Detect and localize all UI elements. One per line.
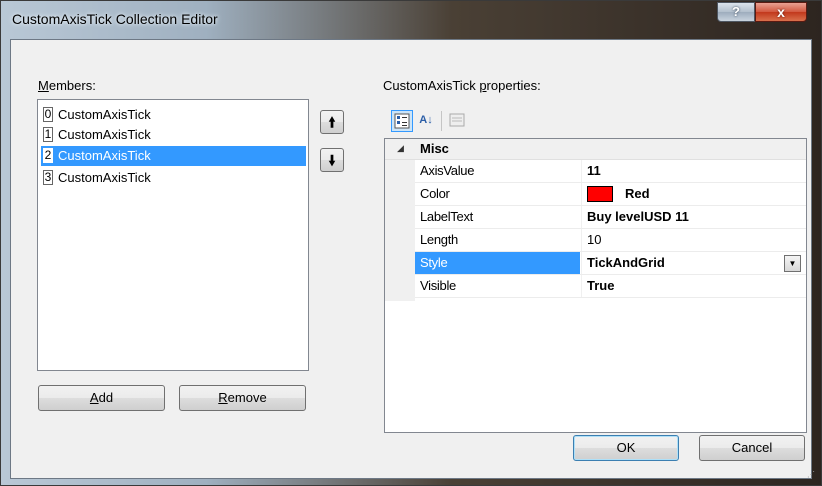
property-name: Color	[420, 186, 450, 201]
property-value[interactable]: 10	[587, 232, 601, 247]
property-row-length[interactable]: Length 10	[415, 229, 806, 252]
move-up-button[interactable]: 🠙	[320, 110, 344, 134]
list-item-selected[interactable]: 2 CustomAxisTick	[41, 146, 306, 166]
dialog-client-area: Members: 0 CustomAxisTick 1 CustomAxisTi…	[10, 39, 815, 479]
property-value[interactable]: Buy levelUSD 11	[587, 209, 689, 224]
property-value[interactable]: TickAndGrid	[587, 255, 665, 270]
toolbar-separator	[441, 111, 442, 131]
alphabetical-button[interactable]: A↓	[415, 110, 437, 132]
close-button[interactable]: x	[755, 2, 807, 22]
property-name: Length	[420, 232, 458, 247]
window-title: CustomAxisTick Collection Editor	[12, 11, 218, 27]
column-divider	[581, 229, 582, 251]
property-row-visible[interactable]: Visible True	[415, 275, 806, 298]
property-value[interactable]: 11	[587, 163, 601, 178]
member-text: CustomAxisTick	[58, 148, 151, 163]
property-row-axisvalue[interactable]: AxisValue 11	[415, 160, 806, 183]
property-name: AxisValue	[420, 163, 475, 178]
column-divider	[581, 183, 582, 205]
member-index: 2	[43, 148, 53, 163]
property-name-selected: Style	[415, 252, 580, 274]
column-divider	[581, 160, 582, 182]
arrow-up-icon: 🠙	[328, 114, 336, 130]
grid-gutter	[385, 139, 415, 301]
collapse-triangle-icon[interactable]: ◢	[397, 143, 404, 154]
member-index: 0	[43, 107, 53, 122]
member-text: CustomAxisTick	[58, 170, 151, 185]
member-text: CustomAxisTick	[58, 127, 151, 142]
member-index: 3	[43, 170, 53, 185]
property-name: LabelText	[420, 209, 473, 224]
move-down-button[interactable]: 🠛	[320, 148, 344, 172]
property-grid[interactable]: ◢ Misc AxisValue 11 Color Red LabelText …	[384, 138, 807, 433]
members-label: Members:	[38, 78, 96, 93]
property-row-style[interactable]: Style TickAndGrid ▼	[415, 252, 806, 275]
properties-label: CustomAxisTick properties:	[383, 78, 541, 93]
member-index: 1	[43, 127, 53, 142]
title-bar[interactable]: CustomAxisTick Collection Editor ? x	[1, 1, 821, 39]
property-row-labeltext[interactable]: LabelText Buy levelUSD 11	[415, 206, 806, 229]
property-row-color[interactable]: Color Red	[415, 183, 806, 206]
cancel-button[interactable]: Cancel	[699, 435, 805, 461]
ok-button[interactable]: OK	[573, 435, 679, 461]
category-row-misc[interactable]: ◢ Misc	[385, 139, 806, 160]
property-name: Visible	[420, 278, 456, 293]
dropdown-arrow-icon[interactable]: ▼	[784, 255, 801, 272]
members-list[interactable]: 0 CustomAxisTick 1 CustomAxisTick 2 Cust…	[37, 99, 309, 371]
color-swatch	[587, 186, 613, 202]
remove-button[interactable]: Remove	[179, 385, 306, 411]
sort-alphabetical-icon: A↓	[419, 114, 433, 126]
collection-editor-window: CustomAxisTick Collection Editor ? x Mem…	[0, 0, 822, 486]
arrow-down-icon: 🠛	[328, 152, 336, 168]
categorized-button[interactable]	[391, 110, 413, 132]
property-pages-button[interactable]	[446, 110, 468, 132]
member-text: CustomAxisTick	[58, 107, 151, 122]
property-pages-icon	[449, 113, 465, 127]
property-value[interactable]: True	[587, 278, 614, 293]
property-value[interactable]: Red	[625, 186, 650, 201]
list-item[interactable]: 1 CustomAxisTick	[41, 125, 306, 145]
add-button[interactable]: Add	[38, 385, 165, 411]
column-divider	[581, 206, 582, 228]
category-name: Misc	[420, 141, 449, 156]
categorized-icon	[394, 113, 410, 129]
column-divider	[581, 275, 582, 297]
list-item[interactable]: 3 CustomAxisTick	[41, 168, 306, 188]
list-item[interactable]: 0 CustomAxisTick	[41, 105, 306, 125]
help-button[interactable]: ?	[717, 2, 755, 22]
column-divider	[581, 252, 582, 274]
resize-grip-icon[interactable]: ⋰	[807, 470, 815, 479]
